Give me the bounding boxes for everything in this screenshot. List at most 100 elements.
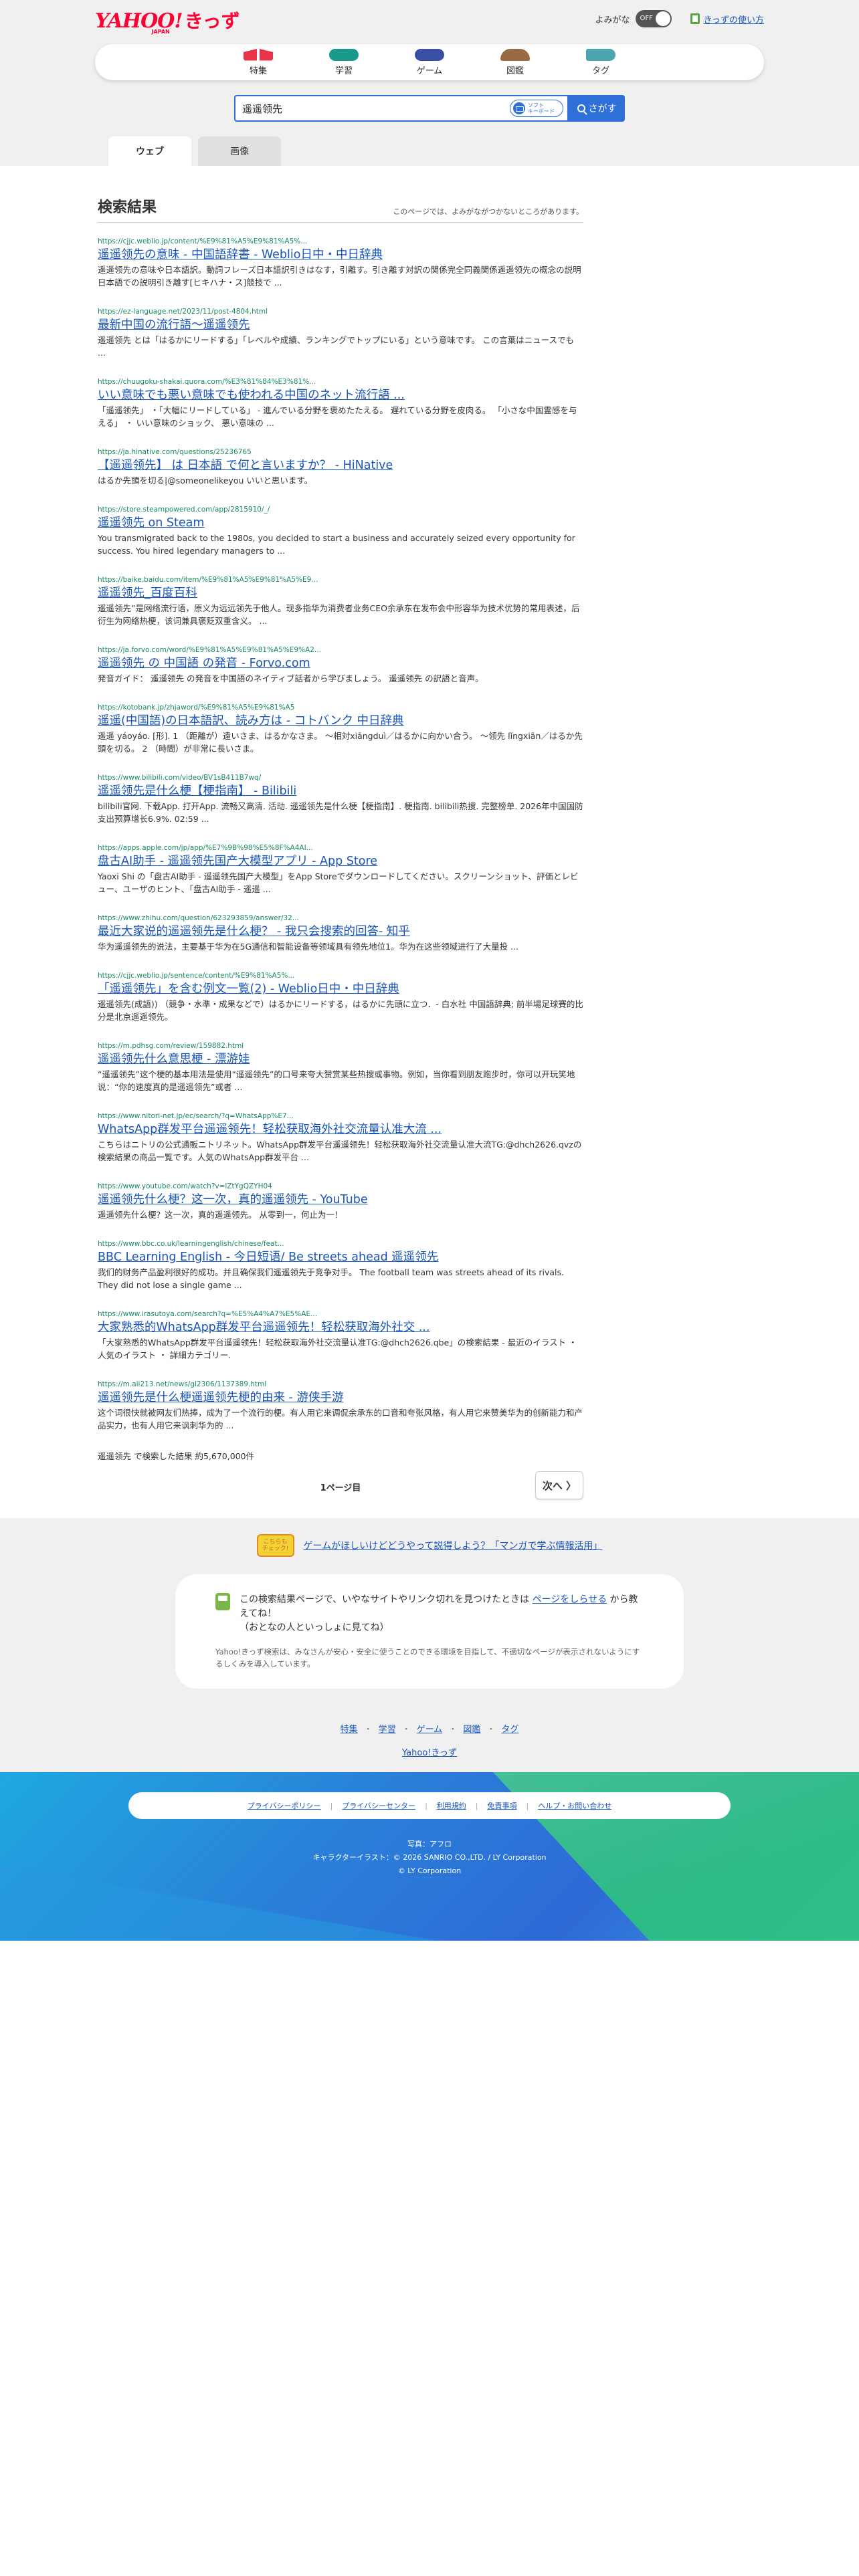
keyboard-label: ソフト キーボード bbox=[528, 102, 555, 114]
result-snippet: 「遥遥领先」 ・「大幅にリードしている」 - 進んでいる分野を褒めたたえる。 遅… bbox=[98, 405, 577, 428]
yahoo-kids-logo[interactable]: YAHOO! JAPAN きっず bbox=[95, 5, 240, 35]
result-snippet: 遥遥领先の意味や日本語訳。動詞フレーズ日本語訳引きはなす，引離す。引き離す対訳の… bbox=[98, 265, 581, 288]
yomigana-toggle[interactable]: OFF bbox=[635, 10, 672, 27]
nav-label: 特集 bbox=[249, 66, 267, 76]
result-snippet: はるか先頭を切る|@someonelikeyou いいと思います。 bbox=[98, 475, 313, 486]
result-title-link[interactable]: 遥遥领先 on Steam bbox=[98, 515, 583, 532]
nav-item-tokushu[interactable]: 特集 bbox=[215, 44, 301, 80]
result-count: 遥遥领先 で検索した結果 約5,670,000件 bbox=[98, 1451, 255, 1461]
result-title-link[interactable]: 最近大家说的遥遥领先是什么梗？ - 我只会搜索的回答- 知乎 bbox=[98, 924, 583, 940]
result-title-link[interactable]: 遥遥领先是什么梗遥遥领先梗的由来 - 游侠手游 bbox=[98, 1390, 583, 1406]
tab-web[interactable]: ウェブ bbox=[108, 136, 191, 166]
result-title-link[interactable]: 最新中国の流行語〜遥遥领先 bbox=[98, 317, 583, 334]
result-title-link[interactable]: 遥遥领先 の 中国語 の発音 - Forvo.com bbox=[98, 655, 583, 672]
howto-link[interactable]: きっずの使い方 bbox=[704, 13, 764, 25]
result-title-link[interactable]: 【遥遥领先】 は 日本語 で何と言いますか？ - HiNative bbox=[98, 457, 583, 474]
footer-home-link[interactable]: Yahoo!きっず bbox=[402, 1748, 457, 1758]
result-url: https://ja.hinative.com/questions/252367… bbox=[98, 448, 252, 456]
result-snippet: 华为遥遥领先的说法，主要基于华为在5G通信和智能设备等领域具有领先地位1。华为在… bbox=[98, 942, 518, 952]
legal-privacy-policy[interactable]: プライバシーポリシー bbox=[248, 1800, 321, 1811]
legal-terms[interactable]: 利用規約 bbox=[437, 1800, 466, 1811]
result-snippet: 遥遥领先 とは「はるかにリードする」「レベルや成績、ランキングでトップにいる」と… bbox=[98, 335, 574, 358]
result-title-link[interactable]: 「遥遥领先」を含む例文一覧(2) - Weblio日中・中日辞典 bbox=[98, 981, 583, 998]
toggle-knob bbox=[655, 11, 670, 26]
logo-sub: JAPAN bbox=[151, 29, 170, 35]
legal-disclaimer[interactable]: 免責事項 bbox=[488, 1800, 517, 1811]
result-url: https://www.nitori-net.jp/ec/search/?q=W… bbox=[98, 1112, 294, 1120]
result-url: https://www.bbc.co.uk/learningenglish/ch… bbox=[98, 1240, 284, 1248]
top-right: よみがな OFF きっずの使い方 bbox=[595, 10, 764, 27]
soft-keyboard-button[interactable]: ソフト キーボード bbox=[510, 100, 563, 117]
search-row: ソフトキーボード さがす bbox=[95, 95, 764, 122]
result-snippet: 我们的财务产品盈利很好的成功。并且确保我们遥遥领先于竞争对手。 The foot… bbox=[98, 1267, 564, 1290]
result-url: https://www.zhihu.com/question/623293859… bbox=[98, 914, 299, 922]
search-button[interactable]: さがす bbox=[569, 95, 625, 122]
nav-item-gakushu[interactable]: 学習 bbox=[301, 44, 387, 80]
legal-privacy-center[interactable]: プライバシーセンター bbox=[342, 1800, 415, 1811]
result-title-link[interactable]: 遥遥领先什么梗？这一次，真的遥遥领先 - YouTube bbox=[98, 1192, 583, 1208]
nav-item-zukan[interactable]: 図鑑 bbox=[472, 44, 558, 80]
footer-link-tag[interactable]: タグ bbox=[501, 1722, 518, 1735]
result-title-link[interactable]: 遥遥领先の意味 - 中国語辞書 - Weblio日中・中日辞典 bbox=[98, 247, 583, 263]
nav-item-tag[interactable]: タグ bbox=[558, 44, 644, 80]
result-url: https://apps.apple.com/jp/app/%E7%9B%98%… bbox=[98, 844, 313, 852]
result-url: https://ja.forvo.com/word/%E9%81%A5%E9%8… bbox=[98, 646, 321, 654]
result-item: https://www.bbc.co.uk/learningenglish/ch… bbox=[98, 1239, 583, 1291]
result-title-link[interactable]: 遥遥领先是什么梗【梗指南】 - Bilibili bbox=[98, 783, 583, 800]
result-title-link[interactable]: 遥遥领先_百度百科 bbox=[98, 585, 583, 602]
yomigana-label: よみがな bbox=[595, 15, 630, 25]
search-input[interactable] bbox=[242, 102, 483, 114]
tag-icon bbox=[586, 48, 615, 61]
book-icon bbox=[690, 13, 700, 24]
result-snippet: 遥遥领先”是网络流行语，原义为远远领先于他人。现多指华为消费者业务CEO余承东在… bbox=[98, 603, 580, 626]
result-title-link[interactable]: 大家熟悉的WhatsApp群发平台遥遥领先！轻松获取海外社交 ... bbox=[98, 1319, 583, 1336]
credits: 写真：アフロ キャラクターイラスト：© 2026 SANRIO CO.,LTD.… bbox=[0, 1838, 859, 1878]
result-title-link[interactable]: WhatsApp群发平台遥遥领先！轻松获取海外社交流量认准大流 ... bbox=[98, 1121, 583, 1138]
result-snippet: 発音ガイド： 遥遥领先 の発音を中国語のネイティブ話者から学びましょう。 遥遥领… bbox=[98, 673, 484, 683]
result-snippet: 这个词很快就被网友们热捧，成为了一个流行的梗。有人用它来调侃余承东的口音和夸张风… bbox=[98, 1408, 583, 1430]
top-bar: YAHOO! JAPAN きっず よみがな OFF きっずの使い方 bbox=[95, 0, 764, 37]
result-url: https://m.ali213.net/news/gl2306/1137389… bbox=[98, 1380, 267, 1388]
result-url: https://cjjc.weblio.jp/sentence/content/… bbox=[98, 972, 295, 980]
footer: プライバシーポリシー | プライバシーセンター | 利用規約 | 免責事項 | ヘルプ・… bbox=[0, 1772, 859, 1941]
game-icon bbox=[415, 48, 444, 61]
result-item: https://m.ali213.net/news/gl2306/1137389… bbox=[98, 1379, 583, 1432]
footer-link-zukan[interactable]: 図鑑 bbox=[463, 1722, 480, 1735]
results-title: 検索結果 bbox=[98, 199, 157, 216]
result-snippet: bilibili官网. 下载App. 打开App. 流畅又高清. 活动. 遥遥领… bbox=[98, 801, 583, 824]
result-url: https://kotobank.jp/zhjaword/%E9%81%A5%E… bbox=[98, 704, 295, 712]
next-page-button[interactable]: 次へ 〉 bbox=[535, 1471, 583, 1499]
legal-help[interactable]: ヘルプ・お問い合わせ bbox=[538, 1800, 611, 1811]
result-title-link[interactable]: いい意味でも悪い意味でも使われる中国のネット流行語 ... bbox=[98, 387, 583, 404]
result-snippet: 遥遥领先什么梗？这一次，真的遥遥领先。 从零到一，何止为一！ bbox=[98, 1210, 343, 1220]
result-snippet: You transmigrated back to the 1980s, you… bbox=[98, 533, 575, 556]
result-tabs: ウェブ 画像 bbox=[95, 136, 764, 166]
keyboard-icon bbox=[513, 102, 525, 114]
result-snippet: 「大家熟悉的WhatsApp群发平台遥遥领先！轻松获取海外社交流量认准TG:@d… bbox=[98, 1337, 577, 1360]
promo: こちらも チェック! ゲームがほしいけどどうやって説得しよう？「マンガで学ぶ情報活… bbox=[0, 1534, 859, 1557]
legal-bar: プライバシーポリシー | プライバシーセンター | 利用規約 | 免責事項 | ヘルプ・… bbox=[128, 1792, 731, 1819]
result-url: https://www.bilibili.com/video/BV1sB411B… bbox=[98, 774, 262, 782]
promo-link[interactable]: ゲームがほしいけどどうやって説得しよう？「マンガで学ぶ情報活用」 bbox=[304, 1539, 603, 1552]
result-item: https://store.steampowered.com/app/28159… bbox=[98, 504, 583, 557]
result-snippet: 遥遥领先(成語)) （競争・水準・成果などで）はるかにリードする，はるかに先頭に… bbox=[98, 999, 583, 1022]
footer-link-gakushu[interactable]: 学習 bbox=[379, 1722, 396, 1735]
check-badge-icon: こちらも チェック! bbox=[256, 1534, 294, 1557]
result-item: https://ez-language.net/2023/11/post-480… bbox=[98, 306, 583, 359]
tab-image[interactable]: 画像 bbox=[198, 136, 281, 166]
result-item: https://www.youtube.com/watch?v=lZtYgQZY… bbox=[98, 1181, 583, 1221]
result-item: https://ja.hinative.com/questions/252367… bbox=[98, 447, 583, 487]
footer-link-game[interactable]: ゲーム bbox=[417, 1722, 443, 1735]
result-title-link[interactable]: BBC Learning English - 今日短语/ Be streets … bbox=[98, 1249, 583, 1266]
blank-area bbox=[0, 1941, 859, 2559]
result-title-link[interactable]: 盘古AI助手 - 遥遥领先国产大模型アプリ - App Store bbox=[98, 853, 583, 870]
result-title-link[interactable]: 遥遥领先什么意思梗 - 漂游娃 bbox=[98, 1051, 583, 1068]
gakushu-icon bbox=[329, 48, 359, 61]
nav-item-game[interactable]: ゲーム bbox=[387, 44, 472, 80]
report-text: この検索結果ページで、いやなサイトやリンク切れを見つけたときは ページをしらせる… bbox=[240, 1593, 644, 1635]
result-title-link[interactable]: 遥遥(中国語)の日本語訳、読み方は - コトバンク 中日辞典 bbox=[98, 713, 583, 730]
header: YAHOO! JAPAN きっず よみがな OFF きっずの使い方 特集 学習 … bbox=[0, 0, 859, 166]
report-page-link[interactable]: ページをしらせる bbox=[533, 1594, 607, 1605]
footer-link-tokushu[interactable]: 特集 bbox=[341, 1722, 358, 1735]
report-disclaimer: Yahoo!きっず検索は、みなさんが安心・安全に使うことのできる環境を目指して、… bbox=[215, 1647, 640, 1669]
